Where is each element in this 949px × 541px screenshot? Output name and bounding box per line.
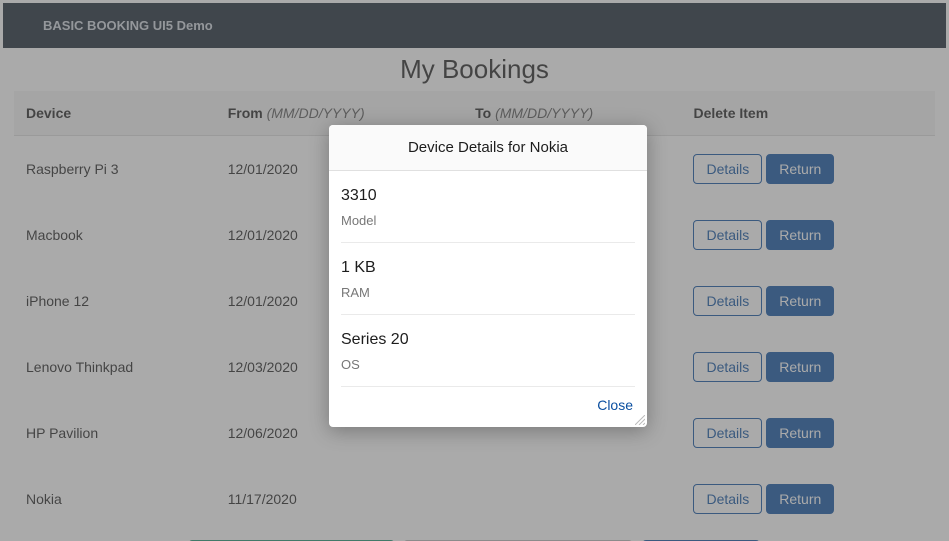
- resize-handle-icon[interactable]: [635, 415, 645, 425]
- dialog-item-value: 1 KB: [341, 259, 635, 277]
- dialog-item-label: OS: [341, 357, 635, 372]
- dialog-item-value: Series 20: [341, 331, 635, 349]
- dialog-item: 3310 Model: [341, 171, 635, 243]
- device-details-dialog: Device Details for Nokia 3310 Model 1 KB RA…: [329, 125, 647, 427]
- dialog-item-label: RAM: [341, 285, 635, 300]
- dialog-title: Device Details for Nokia: [329, 125, 647, 171]
- dialog-item: 1 KB RAM: [341, 243, 635, 315]
- close-button[interactable]: Close: [597, 397, 633, 413]
- dialog-item-label: Model: [341, 213, 635, 228]
- dialog-item: Series 20 OS: [341, 315, 635, 387]
- dialog-footer: Close: [329, 387, 647, 427]
- dialog-body: 3310 Model 1 KB RAM Series 20 OS: [329, 171, 647, 387]
- dialog-item-value: 3310: [341, 187, 635, 205]
